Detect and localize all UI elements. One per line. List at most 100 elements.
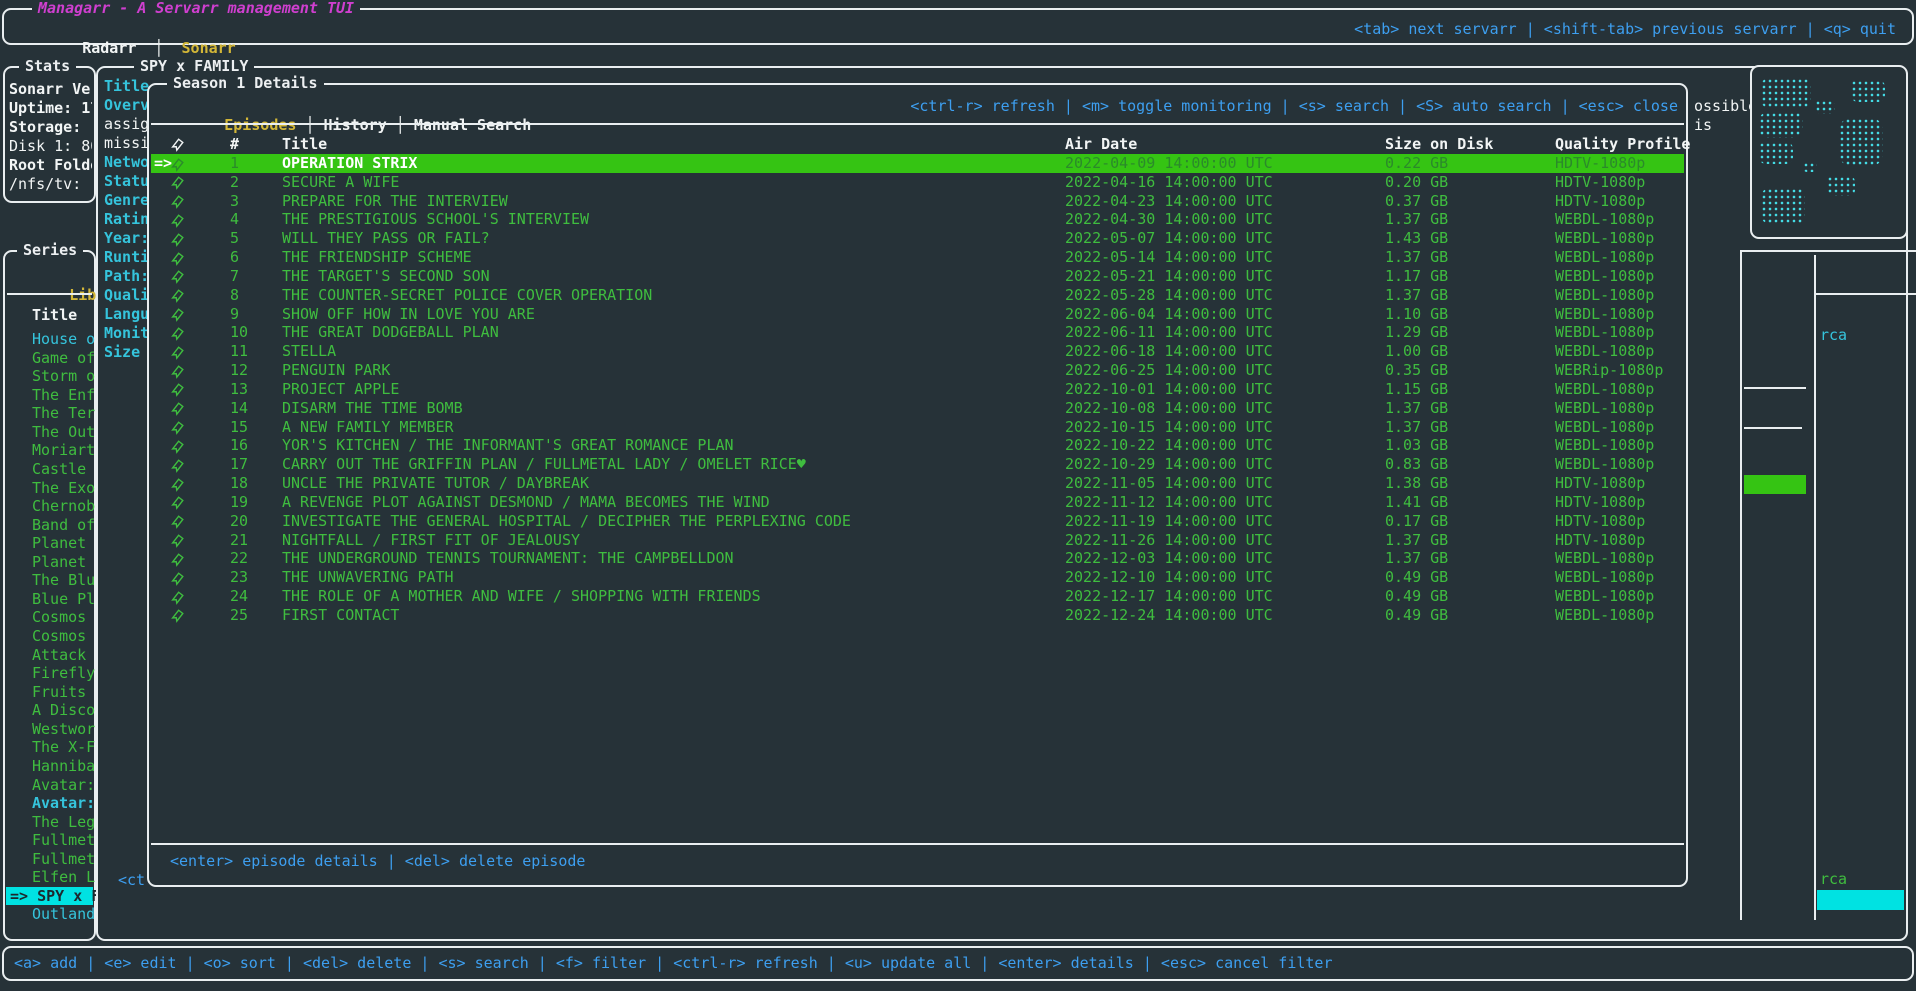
series-list-item[interactable]: Game of (6, 349, 93, 368)
series-list-item[interactable]: Fruits (6, 683, 93, 702)
episode-air-date-cell: 2022-11-12 14:00:00 UTC (1065, 493, 1273, 512)
bookmark-icon (170, 249, 185, 268)
episode-row[interactable]: 21NIGHTFALL / FIRST FIT OF JEALOUSY2022-… (151, 531, 1684, 550)
series-list-item[interactable]: Cosmos (6, 608, 93, 627)
series-list-item[interactable]: A Disco (6, 701, 93, 720)
tab-manual-search[interactable]: Manual Search (414, 116, 531, 134)
episode-quality-cell: WEBDL-1080p (1555, 210, 1654, 229)
episode-row[interactable]: 25FIRST CONTACT2022-12-24 14:00:00 UTC0.… (151, 606, 1684, 625)
series-list-item[interactable]: Cosmos (6, 627, 93, 646)
episode-row[interactable]: 15A NEW FAMILY MEMBER2022-10-15 14:00:00… (151, 418, 1684, 437)
episode-row[interactable]: 17CARRY OUT THE GRIFFIN PLAN / FULLMETAL… (151, 455, 1684, 474)
episode-row[interactable]: 19A REVENGE PLOT AGAINST DESMOND / MAMA … (151, 493, 1684, 512)
episode-title-cell: PREPARE FOR THE INTERVIEW (282, 192, 508, 211)
episode-size-cell: 1.37 GB (1385, 210, 1448, 229)
series-field-label: Runti (104, 248, 150, 267)
episode-size-cell: 1.00 GB (1385, 342, 1448, 361)
episode-row[interactable]: 2SECURE A WIFE2022-04-16 14:00:00 UTC0.2… (151, 173, 1684, 192)
series-list-item[interactable]: Moriart (6, 441, 93, 460)
episode-number-cell: 16 (230, 436, 248, 455)
episode-row[interactable]: 6THE FRIENDSHIP SCHEME2022-05-14 14:00:0… (151, 248, 1684, 267)
bookmark-icon (170, 588, 185, 607)
series-list-item[interactable]: Outland (6, 905, 93, 924)
top-keybinds: <tab> next servarr | <shift-tab> previou… (1354, 20, 1896, 39)
series-list-item[interactable]: House o (6, 330, 93, 349)
episode-row[interactable]: 22THE UNDERGROUND TENNIS TOURNAMENT: THE… (151, 549, 1684, 568)
episode-size-cell: 0.49 GB (1385, 606, 1448, 625)
series-list-item[interactable]: Storm o (6, 367, 93, 386)
episode-row[interactable]: 23THE UNWAVERING PATH2022-12-10 14:00:00… (151, 568, 1684, 587)
episode-row[interactable]: 5WILL THEY PASS OR FAIL?2022-05-07 14:00… (151, 229, 1684, 248)
series-list-item[interactable]: Castle (6, 460, 93, 479)
episode-quality-cell: WEBDL-1080p (1555, 342, 1654, 361)
details-footer-fragment: <ct (118, 871, 145, 890)
series-list-item[interactable]: The Out (6, 423, 93, 442)
episode-size-cell: 1.10 GB (1385, 305, 1448, 324)
episode-row[interactable]: 4THE PRESTIGIOUS SCHOOL'S INTERVIEW2022-… (151, 210, 1684, 229)
episode-number-cell: 13 (230, 380, 248, 399)
series-list-item[interactable]: Planet (6, 553, 93, 572)
tab-sonarr[interactable]: Sonarr (182, 39, 236, 57)
series-list-item[interactable]: Fullmet (6, 831, 93, 850)
episode-quality-cell: WEBRip-1080p (1555, 361, 1663, 380)
series-list: House oGame ofStorm oThe EnfThe TerThe O… (6, 330, 93, 924)
series-list-item[interactable]: Band of (6, 516, 93, 535)
bookmark-icon (170, 456, 185, 475)
episode-row[interactable]: 13PROJECT APPLE2022-10-01 14:00:00 UTC1.… (151, 380, 1684, 399)
tab-episodes[interactable]: Episodes (224, 116, 296, 134)
episode-air-date-cell: 2022-05-14 14:00:00 UTC (1065, 248, 1273, 267)
series-list-item[interactable]: The Enf (6, 386, 93, 405)
episode-row[interactable]: 14DISARM THE TIME BOMB2022-10-08 14:00:0… (151, 399, 1684, 418)
series-list-item[interactable]: The Leg (6, 813, 93, 832)
series-list-item[interactable]: The Exo (6, 479, 93, 498)
stats-lines: Sonarr VerUptime: 17Storage:Disk 1: 80Ro… (9, 80, 92, 194)
episode-row[interactable]: 7THE TARGET'S SECOND SON2022-05-21 14:00… (151, 267, 1684, 286)
series-list-item[interactable]: Fullmet (6, 850, 93, 869)
series-list-item[interactable]: Attack (6, 646, 93, 665)
series-list-item[interactable]: Avatar: (6, 794, 93, 813)
series-list-item[interactable]: Planet (6, 534, 93, 553)
series-list-item[interactable]: Avatar: (6, 776, 93, 795)
series-list-item[interactable]: Hanniba (6, 757, 93, 776)
episode-row[interactable]: 12PENGUIN PARK2022-06-25 14:00:00 UTC0.3… (151, 361, 1684, 380)
episode-size-cell: 0.37 GB (1385, 192, 1448, 211)
episode-air-date-cell: 2022-05-28 14:00:00 UTC (1065, 286, 1273, 305)
series-list-item[interactable]: Firefly (6, 664, 93, 683)
logo-dot-blob (1851, 80, 1885, 102)
episode-size-cell: 1.37 GB (1385, 286, 1448, 305)
series-list-item[interactable]: => SPY x F (6, 887, 93, 906)
episode-title-cell: INVESTIGATE THE GENERAL HOSPITAL / DECIP… (282, 512, 851, 531)
series-list-item[interactable]: Chernob (6, 497, 93, 516)
bookmark-icon (170, 362, 185, 381)
episode-row[interactable]: 9SHOW OFF HOW IN LOVE YOU ARE2022-06-04 … (151, 305, 1684, 324)
series-list-item[interactable]: Elfen L (6, 868, 93, 887)
managarr-dotted-logo (1755, 70, 1903, 234)
bookmark-icon (170, 381, 185, 400)
series-list-item[interactable]: The Ter (6, 404, 93, 423)
episode-row[interactable]: =>1OPERATION STRIX2022-04-09 14:00:00 UT… (151, 154, 1684, 173)
episode-row[interactable]: 8THE COUNTER-SECRET POLICE COVER OPERATI… (151, 286, 1684, 305)
tab-history[interactable]: History (324, 116, 387, 134)
series-overview-fragment: assig (104, 115, 150, 134)
episode-row[interactable]: 10THE GREAT DODGEBALL PLAN2022-06-11 14:… (151, 323, 1684, 342)
overview-fragment: ossible (1694, 97, 1757, 116)
episode-size-cell: 0.35 GB (1385, 361, 1448, 380)
episode-title-cell: WILL THEY PASS OR FAIL? (282, 229, 490, 248)
episode-row[interactable]: 20INVESTIGATE THE GENERAL HOSPITAL / DEC… (151, 512, 1684, 531)
episode-air-date-cell: 2022-10-08 14:00:00 UTC (1065, 399, 1273, 418)
episode-title-cell: A NEW FAMILY MEMBER (282, 418, 454, 437)
episode-row[interactable]: 3PREPARE FOR THE INTERVIEW2022-04-23 14:… (151, 192, 1684, 211)
series-list-item[interactable]: The X-F (6, 738, 93, 757)
episode-air-date-cell: 2022-04-23 14:00:00 UTC (1065, 192, 1273, 211)
tab-radarr[interactable]: Radarr (82, 39, 136, 57)
series-list-item[interactable]: Blue Pl (6, 590, 93, 609)
episode-title-cell: NIGHTFALL / FIRST FIT OF JEALOUSY (282, 531, 580, 550)
episode-row[interactable]: 18UNCLE THE PRIVATE TUTOR / DAYBREAK2022… (151, 474, 1684, 493)
season-popup-title: Season 1 Details (167, 74, 324, 92)
episode-row[interactable]: 16YOR'S KITCHEN / THE INFORMANT'S GREAT … (151, 436, 1684, 455)
bookmark-icon (170, 437, 185, 456)
series-list-item[interactable]: Westwor (6, 720, 93, 739)
series-list-item[interactable]: The Blu (6, 571, 93, 590)
episode-row[interactable]: 11STELLA2022-06-18 14:00:00 UTC1.00 GBWE… (151, 342, 1684, 361)
episode-row[interactable]: 24THE ROLE OF A MOTHER AND WIFE / SHOPPI… (151, 587, 1684, 606)
